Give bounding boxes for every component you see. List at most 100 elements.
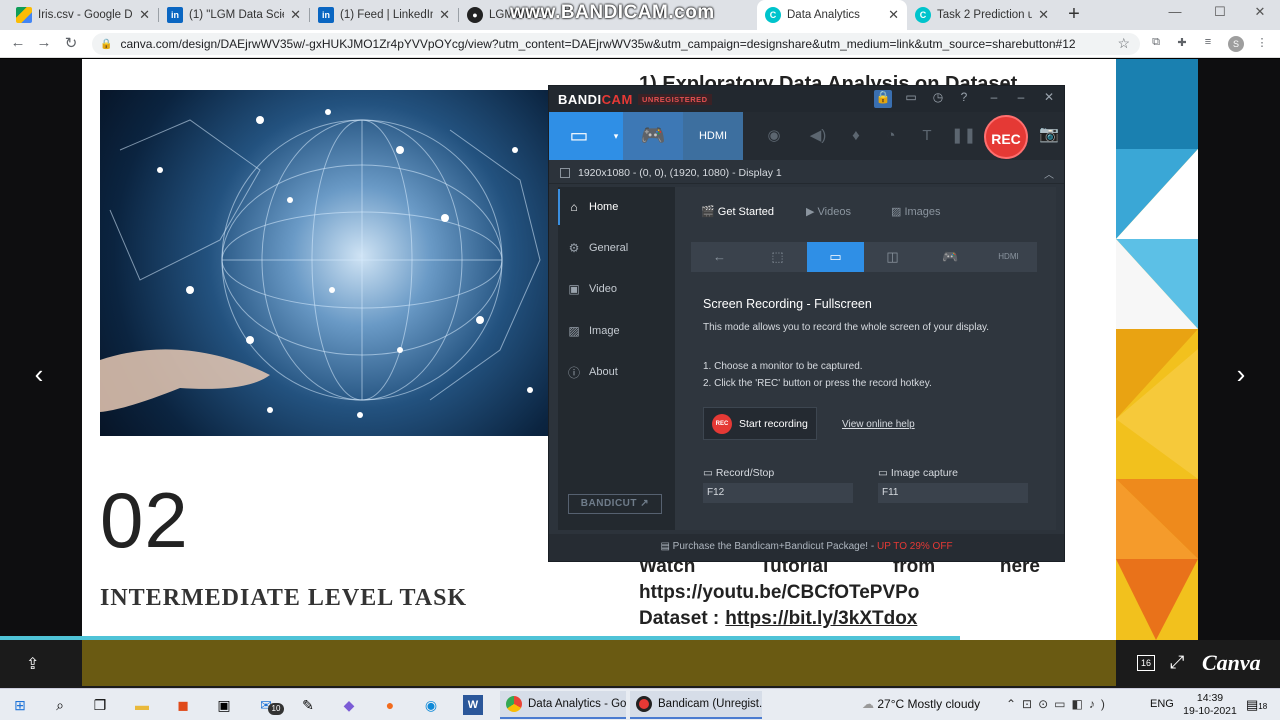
speaker-icon[interactable]: ◀) (806, 124, 830, 148)
dataset-link[interactable]: https://bit.ly/3kXTdox (725, 608, 917, 634)
tab-linkedin-feed[interactable]: in (1) Feed | LinkedIn ✕ (310, 0, 458, 30)
notification-icon[interactable]: ▤18 (1246, 697, 1267, 713)
minimize-icon[interactable]: – (1012, 90, 1030, 108)
clock[interactable]: 14:39 19-10-2021 (1180, 692, 1240, 718)
rectangle-area-icon[interactable]: ⬚ (749, 242, 806, 272)
windows-start-icon[interactable]: ⊞ (10, 695, 30, 715)
file-explorer-icon[interactable]: ▬ (132, 695, 152, 715)
around-mouse-icon[interactable]: ◫ (864, 242, 921, 272)
game-controller-icon[interactable]: 🎮 (922, 242, 979, 272)
keyboard-icon: ▭ (703, 467, 716, 479)
taskbar-chrome-window[interactable]: Data Analytics - Go... (500, 691, 626, 719)
media-icon[interactable]: ≡ (1200, 36, 1216, 52)
folder-icon[interactable]: ▭ (902, 90, 920, 108)
sidebar-item-home[interactable]: ⌂ Home (558, 189, 675, 225)
minimize-icon[interactable]: — (1155, 4, 1195, 24)
bandicam-watermark: www.BANDICAM.com (510, 2, 715, 23)
share-icon[interactable]: ⇪ (26, 654, 39, 674)
puzzle-icon[interactable]: ✚ (1174, 36, 1190, 52)
page-count-badge[interactable]: 16 (1137, 655, 1155, 671)
start-recording-button[interactable]: REC Start recording (703, 407, 817, 440)
display-selector[interactable]: 1920x1080 - (0, 0), (1920, 1080) - Displ… (549, 162, 1064, 184)
tab-task2-prediction[interactable]: C Task 2 Prediction usin ✕ (907, 0, 1057, 30)
display-checkbox[interactable] (560, 168, 570, 178)
app-launcher-icon[interactable]: ◆ (339, 695, 359, 715)
fullscreen-mode-icon[interactable]: ▭ (807, 242, 864, 272)
timer-icon[interactable]: ◷ (929, 90, 947, 108)
camera-icon[interactable]: 📷 (1039, 124, 1059, 144)
image-capture-hotkey-field[interactable]: F11 (878, 483, 1028, 503)
microphone-icon[interactable]: ♦ (844, 124, 868, 148)
url-text: canva.com/design/DAEjrwWV35w/-gxHUKJMO1Z… (120, 37, 1076, 51)
chevron-up-icon[interactable]: ︿ (1044, 166, 1054, 181)
store-icon[interactable]: ▣ (214, 695, 234, 715)
help-icon[interactable]: ? (955, 90, 973, 108)
pause-icon[interactable]: ❚❚ (951, 124, 976, 148)
menu-icon[interactable]: ⋮ (1254, 36, 1270, 52)
word-icon[interactable]: W (463, 695, 483, 715)
canva-logo: Canva (1202, 650, 1261, 675)
rec-button[interactable]: REC (984, 115, 1028, 159)
bookmark-star-icon[interactable]: ☆ (1117, 35, 1130, 52)
tab-data-analytics[interactable]: C Data Analytics ✕ (757, 0, 907, 30)
extension-icon[interactable]: ⧉ (1148, 36, 1164, 52)
info-icon: ⓘ (567, 365, 580, 380)
collapse-icon[interactable]: – (985, 90, 1003, 108)
bandicam-promo-footer[interactable]: ▤ Purchase the Bandicam+Bandicut Package… (549, 534, 1064, 561)
edge-icon[interactable]: ◉ (421, 695, 441, 715)
new-tab-button[interactable]: + (1062, 3, 1086, 27)
bandicut-button[interactable]: BANDICUT ↗ (568, 494, 662, 514)
step-2: 2. Click the 'REC' button or press the r… (703, 378, 932, 389)
language-indicator[interactable]: ENG (1150, 698, 1174, 710)
weather-widget[interactable]: ☁ 27°C Mostly cloudy (862, 697, 980, 711)
maximize-icon[interactable]: ☐ (1200, 4, 1240, 24)
next-slide-icon[interactable]: › (1226, 359, 1256, 389)
tab-lgm-linkedin[interactable]: in (1) "LGM Data Scienc ✕ (159, 0, 309, 30)
globe-image (100, 90, 550, 436)
device-mode-button[interactable]: HDMI (683, 112, 743, 160)
record-stop-hotkey-field[interactable]: F12 (703, 483, 853, 503)
hdmi-device-icon[interactable]: HDMI (980, 242, 1037, 272)
tab-videos[interactable]: ▶ Videos (806, 205, 851, 218)
screen-mode-dropdown-icon[interactable]: ▾ (609, 112, 623, 160)
close-tab-icon[interactable]: ✕ (888, 7, 899, 23)
step-1: 1. Choose a monitor to be captured. (703, 361, 863, 372)
url-field[interactable]: 🔒 canva.com/design/DAEjrwWV35w/-gxHUKJMO… (92, 33, 1140, 55)
lock-icon[interactable]: 🔒 (874, 90, 892, 108)
close-tab-icon[interactable]: ✕ (1038, 7, 1049, 23)
previous-slide-icon[interactable]: ‹ (24, 359, 54, 389)
tab-get-started[interactable]: 🎬 Get Started (701, 205, 774, 218)
close-icon[interactable]: ✕ (1040, 90, 1058, 108)
search-icon[interactable]: ⌕ (50, 695, 70, 715)
text-icon[interactable]: T (915, 124, 939, 148)
close-tab-icon[interactable]: ✕ (290, 7, 301, 23)
sidebar-item-image[interactable]: ▨ Image (558, 313, 675, 349)
system-tray-icons[interactable]: ⌃⊡⊙▭◧♪) (1006, 697, 1111, 711)
tab-iris-csv[interactable]: Iris.csv - Google Drive ✕ (8, 0, 158, 30)
paint-icon[interactable]: ✎ (298, 695, 318, 715)
fullscreen-icon[interactable]: ⤢ (1170, 652, 1184, 673)
tab-images[interactable]: ▨ Images (891, 205, 941, 218)
task-view-icon[interactable]: ❐ (90, 695, 110, 715)
back-arrow-icon[interactable]: ← (691, 242, 748, 272)
sidebar-item-video[interactable]: ▣ Video (558, 271, 675, 307)
close-tab-icon[interactable]: ✕ (139, 7, 150, 23)
sidebar-item-about[interactable]: ⓘ About (558, 354, 675, 390)
office-icon[interactable]: ◼ (173, 695, 193, 715)
slide-bottom-strip (82, 640, 1116, 686)
close-window-icon[interactable]: ✕ (1240, 4, 1280, 24)
youtube-link[interactable]: https://youtu.be/CBCfOTePVPo (639, 582, 1040, 608)
cursor-icon[interactable]: ◔ (879, 124, 903, 148)
reload-icon[interactable]: ↻ (61, 34, 81, 54)
taskbar-bandicam-window[interactable]: Bandicam (Unregist... (630, 691, 762, 719)
back-icon[interactable]: ← (8, 34, 28, 54)
view-online-help-link[interactable]: View online help (842, 419, 915, 430)
close-tab-icon[interactable]: ✕ (439, 7, 450, 23)
webcam-icon[interactable]: ◉ (762, 124, 786, 148)
firefox-icon[interactable]: ● (380, 695, 400, 715)
avatar[interactable]: S (1228, 36, 1244, 52)
game-mode-button[interactable]: 🎮 (623, 112, 683, 160)
screen-mode-button[interactable]: ▭ (549, 112, 609, 160)
sidebar-item-general[interactable]: ⚙ General (558, 230, 675, 266)
forward-icon[interactable]: → (34, 34, 54, 54)
